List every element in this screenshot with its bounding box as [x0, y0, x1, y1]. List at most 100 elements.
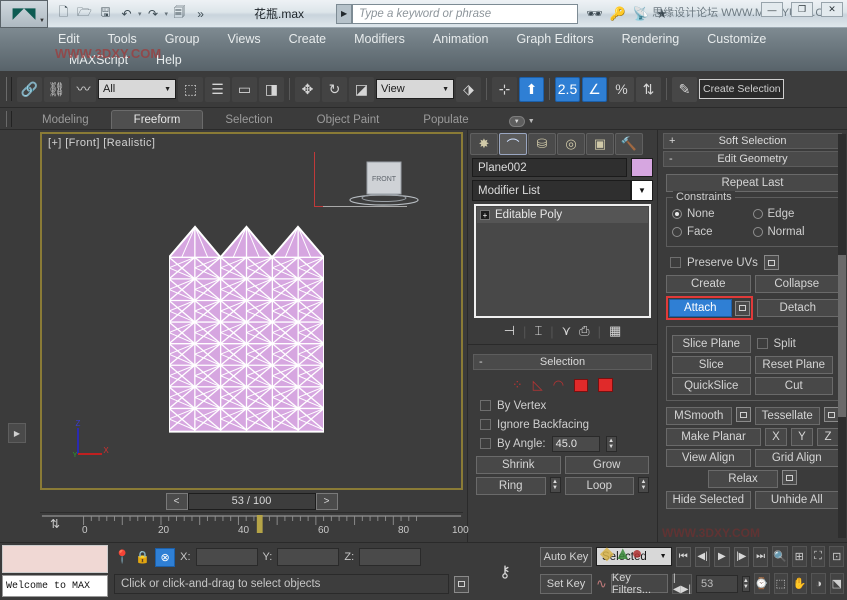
tab-modeling[interactable]: Modeling	[20, 111, 111, 129]
mini-listener-output[interactable]: Welcome to MAX	[2, 575, 108, 597]
open-file-icon[interactable]: 🗁	[75, 4, 94, 24]
minimize-button[interactable]: —	[761, 2, 783, 17]
angle-snap-toggle-icon[interactable]: ∠	[582, 77, 607, 102]
auto-key-button[interactable]: Auto Key	[540, 547, 592, 567]
ignore-backfacing-row[interactable]: Ignore Backfacing	[476, 415, 649, 434]
select-and-rotate-icon[interactable]: ↻	[322, 77, 347, 102]
constraint-none[interactable]: None	[672, 205, 753, 223]
attach-button[interactable]: Attach	[669, 299, 732, 317]
edge-subobject-icon[interactable]: ◺	[533, 377, 543, 393]
play-animation-button[interactable]: ▶	[714, 547, 729, 567]
ignore-backfacing-checkbox[interactable]	[480, 419, 491, 430]
undo-icon[interactable]: ↶	[117, 4, 136, 24]
tessellate-settings-icon[interactable]	[824, 407, 839, 422]
edit-geometry-header[interactable]: - Edit Geometry	[663, 151, 842, 167]
chevron-down-icon[interactable]: ▼	[442, 86, 449, 93]
menu-group[interactable]: Group	[151, 32, 214, 46]
viewport-label[interactable]: [+] [Front] [Realistic]	[48, 137, 155, 149]
pan-view-icon[interactable]: ✋	[792, 573, 808, 594]
ribbon-grip[interactable]	[6, 111, 12, 127]
select-object-icon[interactable]: ⬚	[178, 77, 203, 102]
polygon-subobject-icon[interactable]	[574, 379, 588, 392]
by-vertex-row[interactable]: By Vertex	[476, 396, 649, 415]
set-project-folder-icon[interactable]: 🗐	[170, 4, 189, 24]
x-coordinate-input[interactable]	[196, 548, 258, 566]
ribbon-minimize-control[interactable]: ▼ ▼	[509, 116, 535, 129]
msmooth-button[interactable]: MSmooth	[666, 407, 732, 425]
key-icon[interactable]: 🔑	[610, 6, 626, 22]
make-planar-z-button[interactable]: Z	[817, 428, 839, 446]
grid-align-button[interactable]: Grid Align	[755, 449, 840, 467]
zoom-extents-icon[interactable]: ⛶	[811, 546, 826, 567]
vertex-subobject-icon[interactable]: ⁘	[512, 377, 523, 393]
configure-modifier-sets-icon[interactable]: ▦	[609, 323, 621, 339]
tab-utilities[interactable]: 🔨	[615, 133, 643, 155]
adaptive-degradation-icon[interactable]	[454, 576, 469, 593]
current-frame-spinner[interactable]: ▲▼	[742, 576, 750, 592]
selection-filter-dropdown[interactable]: All ▼	[98, 79, 176, 99]
make-planar-y-button[interactable]: Y	[791, 428, 813, 446]
lock-icon[interactable]: 🔒	[135, 550, 150, 564]
tab-selection[interactable]: Selection	[203, 111, 294, 129]
by-angle-spinner[interactable]: ▲▼	[606, 436, 617, 452]
key-filters-button[interactable]: Key Filters...	[611, 574, 668, 593]
zoom-extents-all-icon[interactable]: ⊡	[829, 546, 844, 567]
toolbar-grip[interactable]	[6, 77, 12, 101]
menu-rendering[interactable]: Rendering	[608, 32, 694, 46]
go-to-start-button[interactable]: ⏮	[676, 547, 691, 567]
by-vertex-checkbox[interactable]	[480, 400, 491, 411]
hide-selected-button[interactable]: Hide Selected	[666, 491, 751, 509]
viewcube[interactable]: FRONT	[345, 156, 423, 224]
pin-icon[interactable]: 📍	[114, 549, 130, 565]
unhide-all-button[interactable]: Unhide All	[755, 491, 840, 509]
binoculars-icon[interactable]: 🕶	[586, 6, 603, 22]
menu-modifiers[interactable]: Modifiers	[340, 32, 419, 46]
current-frame-input[interactable]: 53	[696, 575, 738, 593]
time-slider[interactable]: < 53 / 100 >	[40, 490, 463, 512]
percent-snap-toggle-icon[interactable]: %	[609, 77, 634, 102]
bind-to-space-warp-icon[interactable]: 〰	[71, 77, 96, 102]
previous-frame-button[interactable]: ◀|	[695, 547, 710, 567]
modifier-stack[interactable]: + Editable Poly	[474, 204, 651, 318]
snaps-toggle-icon[interactable]: ⬆	[519, 77, 544, 102]
split-checkbox[interactable]	[757, 338, 768, 349]
relax-button[interactable]: Relax	[708, 470, 778, 488]
chevron-down-icon[interactable]: ▼	[631, 180, 653, 201]
track-bar[interactable]: 0 20 40 60 80 100 ⇅	[40, 512, 463, 542]
tab-modify[interactable]: ⌒	[499, 133, 527, 155]
set-key-button[interactable]: Set Key	[540, 574, 592, 594]
absolute-relative-mode-icon[interactable]: ⊗	[155, 548, 175, 567]
current-frame-display[interactable]: 53 / 100	[188, 493, 316, 510]
chevron-down-icon[interactable]: ▼	[660, 553, 667, 560]
attach-settings-icon[interactable]	[735, 301, 750, 316]
key-curve-icon[interactable]: ∿	[596, 576, 607, 592]
menu-animation[interactable]: Animation	[419, 32, 503, 46]
mini-listener-pink-field[interactable]	[2, 545, 108, 573]
key-mode-toggle-button[interactable]: |◀▶|	[672, 574, 692, 594]
open-mini-curve-editor-icon[interactable]: ⇅	[50, 517, 60, 531]
menu-edit[interactable]: Edit	[44, 32, 94, 46]
radio-edge-icon[interactable]	[753, 209, 763, 219]
go-to-end-button[interactable]: ⏭	[753, 547, 768, 567]
ring-button[interactable]: Ring	[476, 477, 546, 495]
application-menu-button[interactable]: ◤◥ ▼	[0, 0, 48, 28]
spinner-snap-toggle-icon[interactable]: ⇅	[636, 77, 661, 102]
slice-plane-button[interactable]: Slice Plane	[672, 335, 751, 353]
more-commands-icon[interactable]: »	[191, 4, 210, 24]
edit-named-selection-sets-icon[interactable]: ✎	[672, 77, 697, 102]
create-button[interactable]: Create	[666, 275, 751, 293]
selection-rollout-header[interactable]: - Selection	[473, 354, 652, 370]
named-selection-sets-input[interactable]: Create Selection	[699, 79, 784, 99]
tab-populate[interactable]: Populate	[401, 111, 490, 129]
cut-button[interactable]: Cut	[755, 377, 834, 395]
key-mode-toggle-icon[interactable]: ⚷	[476, 559, 534, 585]
make-planar-button[interactable]: Make Planar	[666, 428, 761, 446]
ring-spinner[interactable]: ▲▼	[550, 477, 561, 493]
menu-help[interactable]: Help	[142, 53, 196, 67]
star-icon[interactable]: ★	[656, 6, 668, 22]
region-zoom-icon[interactable]: ⬚	[774, 573, 788, 594]
maximize-button[interactable]: ❐	[791, 2, 813, 17]
select-and-manipulate-icon[interactable]: ⊹	[492, 77, 517, 102]
maximize-viewport-icon[interactable]: ⬔	[830, 573, 844, 594]
loop-button[interactable]: Loop	[565, 477, 635, 495]
